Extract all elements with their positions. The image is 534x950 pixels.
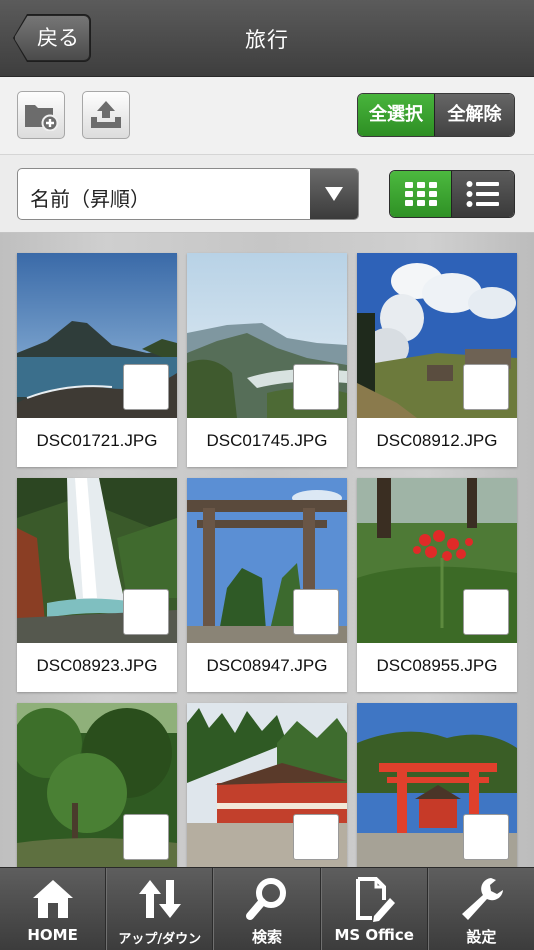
select-checkbox[interactable] <box>123 364 169 410</box>
wrench-icon <box>462 878 504 920</box>
selection-toggle: 全選択 全解除 <box>357 93 515 137</box>
file-tile[interactable]: DSC08955.JPG <box>357 478 517 692</box>
file-name: DSC08947.JPG <box>206 656 328 675</box>
file-name: DSC01745.JPG <box>206 431 328 450</box>
file-tile[interactable]: DSC01721.JPG <box>17 253 177 467</box>
select-checkbox[interactable] <box>463 814 509 860</box>
deselect-all-button[interactable]: 全解除 <box>435 94 514 136</box>
tab-home[interactable]: HOME <box>0 868 107 950</box>
up-down-arrows-icon <box>138 880 181 918</box>
file-tile[interactable] <box>357 703 517 867</box>
select-checkbox[interactable] <box>463 364 509 410</box>
grid-view-button[interactable] <box>390 171 452 217</box>
file-name: DSC08923.JPG <box>36 656 158 675</box>
view-mode-toggle <box>389 170 515 218</box>
tab-search[interactable]: 検索 <box>213 868 321 950</box>
file-name: DSC01721.JPG <box>36 431 158 450</box>
select-checkbox[interactable] <box>293 364 339 410</box>
select-checkbox[interactable] <box>293 814 339 860</box>
tab-settings-label: 設定 <box>466 928 497 946</box>
sort-dropdown[interactable]: 名前（昇順） <box>17 168 359 220</box>
navigation-bar: 戻る 旅行 <box>0 0 534 77</box>
select-checkbox[interactable] <box>123 814 169 860</box>
document-edit-icon <box>356 877 396 922</box>
file-name: DSC08912.JPG <box>376 431 498 450</box>
file-tile[interactable]: DSC01745.JPG <box>187 253 347 467</box>
home-icon <box>32 880 73 918</box>
file-tile[interactable] <box>17 703 177 867</box>
file-tile[interactable]: DSC08923.JPG <box>17 478 177 692</box>
triangle-down-icon <box>325 187 343 201</box>
file-tile[interactable] <box>187 703 347 867</box>
tab-up-down[interactable]: アップ/ダウン <box>106 868 214 950</box>
bottom-tab-bar: HOME アップ/ダウン 検索 MS Office 設定 <box>0 867 534 950</box>
search-icon <box>246 878 286 920</box>
file-grid: DSC01721.JPG DSC01745.JPG DSC08912.JPG D… <box>0 233 534 867</box>
tab-up-down-label: アップ/ダウン <box>118 932 202 947</box>
list-view-button[interactable] <box>452 171 514 217</box>
upload-button[interactable] <box>82 91 130 139</box>
select-checkbox[interactable] <box>123 589 169 635</box>
folder-add-icon <box>25 105 59 131</box>
file-tile[interactable]: DSC08912.JPG <box>357 253 517 467</box>
upload-tray-icon <box>91 101 121 128</box>
sort-selected-value: 名前（昇順） <box>30 187 150 211</box>
select-all-button[interactable]: 全選択 <box>358 94 435 136</box>
file-name: DSC08955.JPG <box>376 656 498 675</box>
tab-ms-office-label: MS Office <box>334 926 414 944</box>
dropdown-arrow <box>310 169 358 219</box>
new-folder-button[interactable] <box>17 91 65 139</box>
tab-ms-office[interactable]: MS Office <box>320 868 428 950</box>
tab-search-label: 検索 <box>252 928 283 946</box>
tab-settings[interactable]: 設定 <box>427 868 534 950</box>
grid-icon <box>404 182 437 206</box>
page-title: 旅行 <box>245 28 289 52</box>
file-tile[interactable]: DSC08947.JPG <box>187 478 347 692</box>
tab-home-label: HOME <box>27 926 78 944</box>
list-icon <box>466 181 499 207</box>
select-checkbox[interactable] <box>463 589 509 635</box>
select-checkbox[interactable] <box>293 589 339 635</box>
